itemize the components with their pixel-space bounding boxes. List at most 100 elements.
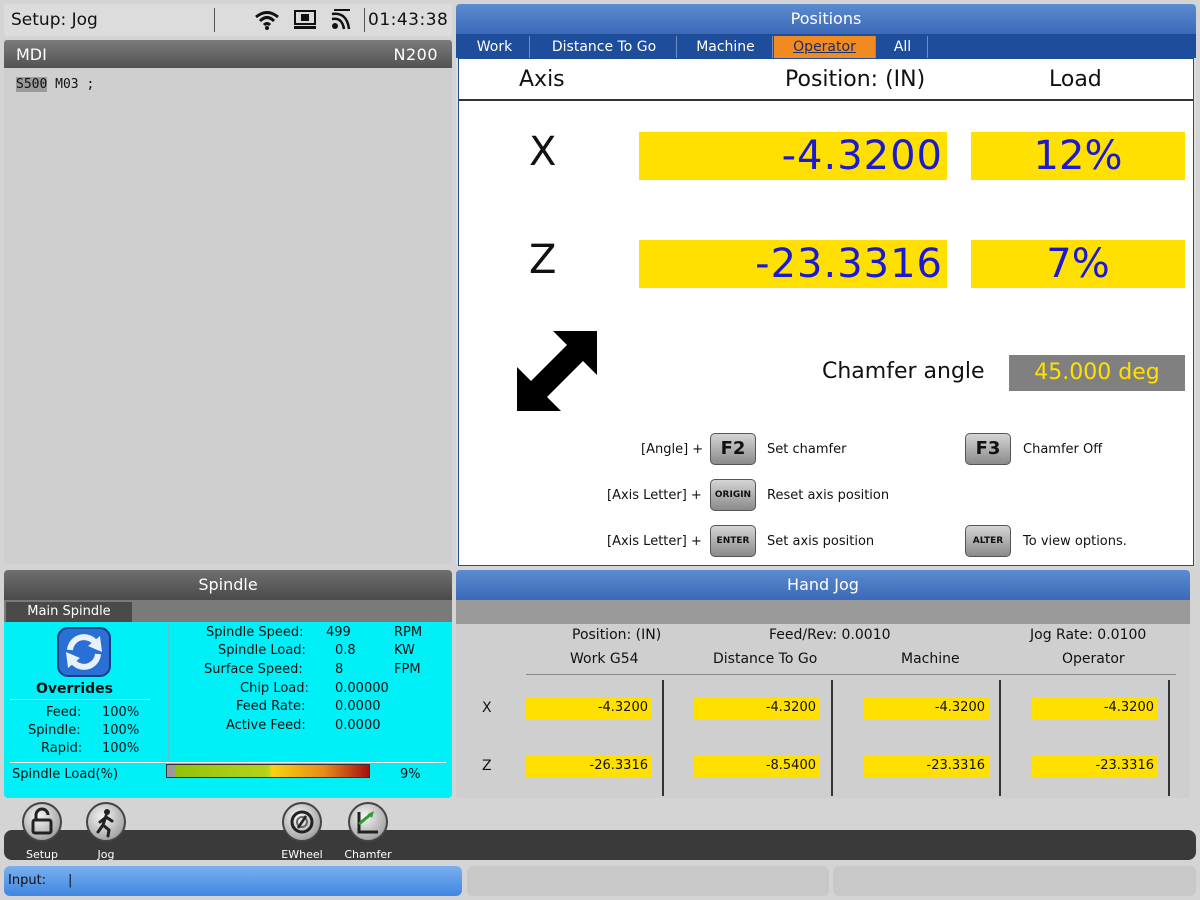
chamfer-icon: [357, 811, 378, 834]
setup-button[interactable]: [22, 802, 62, 842]
set-chamfer-label: Set chamfer: [767, 442, 847, 457]
chip-load-value: 0.00000: [335, 681, 389, 696]
overrides-divider: [10, 699, 150, 700]
hj-col-work: Work G54: [570, 651, 639, 667]
mode-toolbar: [4, 830, 1196, 860]
hj-z-machine: -23.3316: [863, 755, 989, 777]
positions-tabs: Work Distance To Go Machine Operator All: [456, 34, 1196, 58]
jog-button[interactable]: [86, 802, 126, 842]
override-spindle-label: Spindle:: [28, 723, 81, 738]
chamfer-angle-label: Chamfer angle: [822, 359, 985, 384]
hj-column-divider: [662, 680, 664, 796]
hj-x-work: -4.3200: [526, 697, 652, 719]
input-cursor: |: [68, 873, 73, 888]
axis-z-load: 7%: [971, 240, 1185, 288]
hj-column-divider: [1168, 680, 1170, 796]
reset-axis-label: Reset axis position: [767, 488, 890, 503]
spindle-speed-unit: RPM: [394, 625, 423, 640]
status-bar: Setup: Jog 01:43:38: [4, 4, 452, 36]
tab-operator[interactable]: Operator: [774, 36, 876, 58]
chamfer-off-label: Chamfer Off: [1023, 442, 1103, 457]
spindle-speed-value: 499: [326, 625, 351, 640]
tab-machine[interactable]: Machine: [679, 36, 773, 58]
network-share-icon: [294, 10, 316, 29]
spindle-body: Overrides Feed: 100% Spindle: 100% Rapid…: [4, 622, 452, 798]
hj-jog-rate: Jog Rate: 0.0100: [1030, 627, 1147, 643]
spindle-title: Spindle: [4, 570, 452, 600]
header-divider: [459, 99, 1193, 101]
hand-jog-title: Hand Jog: [456, 570, 1190, 600]
mdi-header: MDI N200: [4, 40, 452, 68]
feed-rate-label: Feed Rate:: [236, 699, 306, 714]
hj-column-divider: [831, 680, 833, 796]
enter-key[interactable]: ENTER: [710, 525, 756, 557]
line-number: N200: [393, 45, 438, 64]
hj-col-distance: Distance To Go: [713, 651, 818, 667]
tab-all[interactable]: All: [878, 36, 928, 58]
remote-connection-icon: [331, 9, 351, 30]
setup-label: Setup: [25, 848, 59, 861]
tab-work[interactable]: Work: [460, 36, 530, 58]
origin-key[interactable]: ORIGIN: [710, 479, 756, 511]
axis-z-label[interactable]: Z: [529, 237, 556, 283]
tab-main-spindle[interactable]: Main Spindle: [6, 602, 132, 622]
chamfer-angle-value[interactable]: 45.000 deg: [1009, 355, 1185, 391]
hand-jog-tabs: [456, 600, 1190, 624]
positions-panel: Positions Work Distance To Go Machine Op…: [456, 4, 1196, 566]
mdi-cursor-word: S500: [16, 77, 48, 92]
ewheel-icon: [290, 810, 314, 834]
spindle-load-pct-value: 9%: [400, 767, 421, 782]
spindle-load-value: 0.8: [335, 643, 356, 658]
view-options-label: To view options.: [1023, 534, 1127, 549]
ewheel-button[interactable]: [282, 802, 322, 842]
overrides-refresh-icon[interactable]: [56, 626, 112, 678]
spindle-load-label: Spindle Load:: [218, 643, 306, 658]
override-feed-label: Feed:: [46, 705, 82, 720]
chamfer-button[interactable]: [348, 802, 388, 842]
mdi-panel[interactable]: MDI N200 S500 M03 ;: [4, 40, 452, 564]
spindle-divider: [168, 624, 169, 760]
mdi-program-text[interactable]: S500 M03 ;: [16, 77, 94, 92]
message-area: [833, 866, 1196, 896]
hj-row-z-label: Z: [482, 758, 492, 774]
overrides-label: Overrides: [36, 681, 113, 697]
jog-label: Jog: [97, 848, 115, 861]
chamfer-label: Chamfer: [344, 848, 392, 861]
unlock-icon: [31, 807, 53, 835]
spindle-load-pct-label: Spindle Load(%): [12, 767, 119, 782]
surface-speed-value: 8: [335, 662, 344, 677]
position-header: Position: (IN): [785, 67, 926, 92]
active-feed-label: Active Feed:: [226, 718, 306, 733]
spindle-load-bar: [166, 764, 370, 778]
hj-x-machine: -4.3200: [863, 697, 989, 719]
input-field[interactable]: Input: |: [4, 866, 462, 896]
axis-z-position[interactable]: -23.3316: [639, 240, 947, 288]
f3-key[interactable]: F3: [965, 433, 1011, 465]
input-label: Input:: [8, 873, 47, 888]
spindle-speed-label: Spindle Speed:: [206, 625, 304, 640]
override-rapid-value: 100%: [102, 741, 140, 756]
status-divider: [364, 8, 365, 32]
tab-distance-to-go[interactable]: Distance To Go: [532, 36, 677, 58]
mode-label: Setup: Jog: [11, 10, 98, 30]
alter-key[interactable]: ALTER: [965, 525, 1011, 557]
hj-feed-rev: Feed/Rev: 0.0010: [769, 627, 891, 643]
clock: 01:43:38: [368, 10, 449, 30]
message-area: [467, 866, 829, 896]
hj-z-distance: -8.5400: [694, 755, 820, 777]
axis-x-load: 12%: [971, 132, 1185, 180]
surface-speed-label: Surface Speed:: [204, 662, 303, 677]
active-feed-value: 0.0000: [335, 718, 381, 733]
surface-speed-unit: FPM: [394, 662, 421, 677]
ewheel-label: EWheel: [281, 848, 323, 861]
hj-header-divider: [526, 674, 1176, 675]
f2-key[interactable]: F2: [710, 433, 756, 465]
hj-row-x-label: X: [482, 700, 492, 716]
axis-x-label[interactable]: X: [529, 129, 556, 175]
axis-x-position[interactable]: -4.3200: [639, 132, 947, 180]
axis-letter-prefix: [Axis Letter] +: [607, 534, 702, 549]
spindle-load-unit: KW: [394, 643, 415, 658]
override-rapid-label: Rapid:: [41, 741, 83, 756]
hj-col-operator: Operator: [1062, 651, 1125, 667]
hand-jog-panel: Hand Jog Position: (IN) Feed/Rev: 0.0010…: [456, 570, 1190, 798]
